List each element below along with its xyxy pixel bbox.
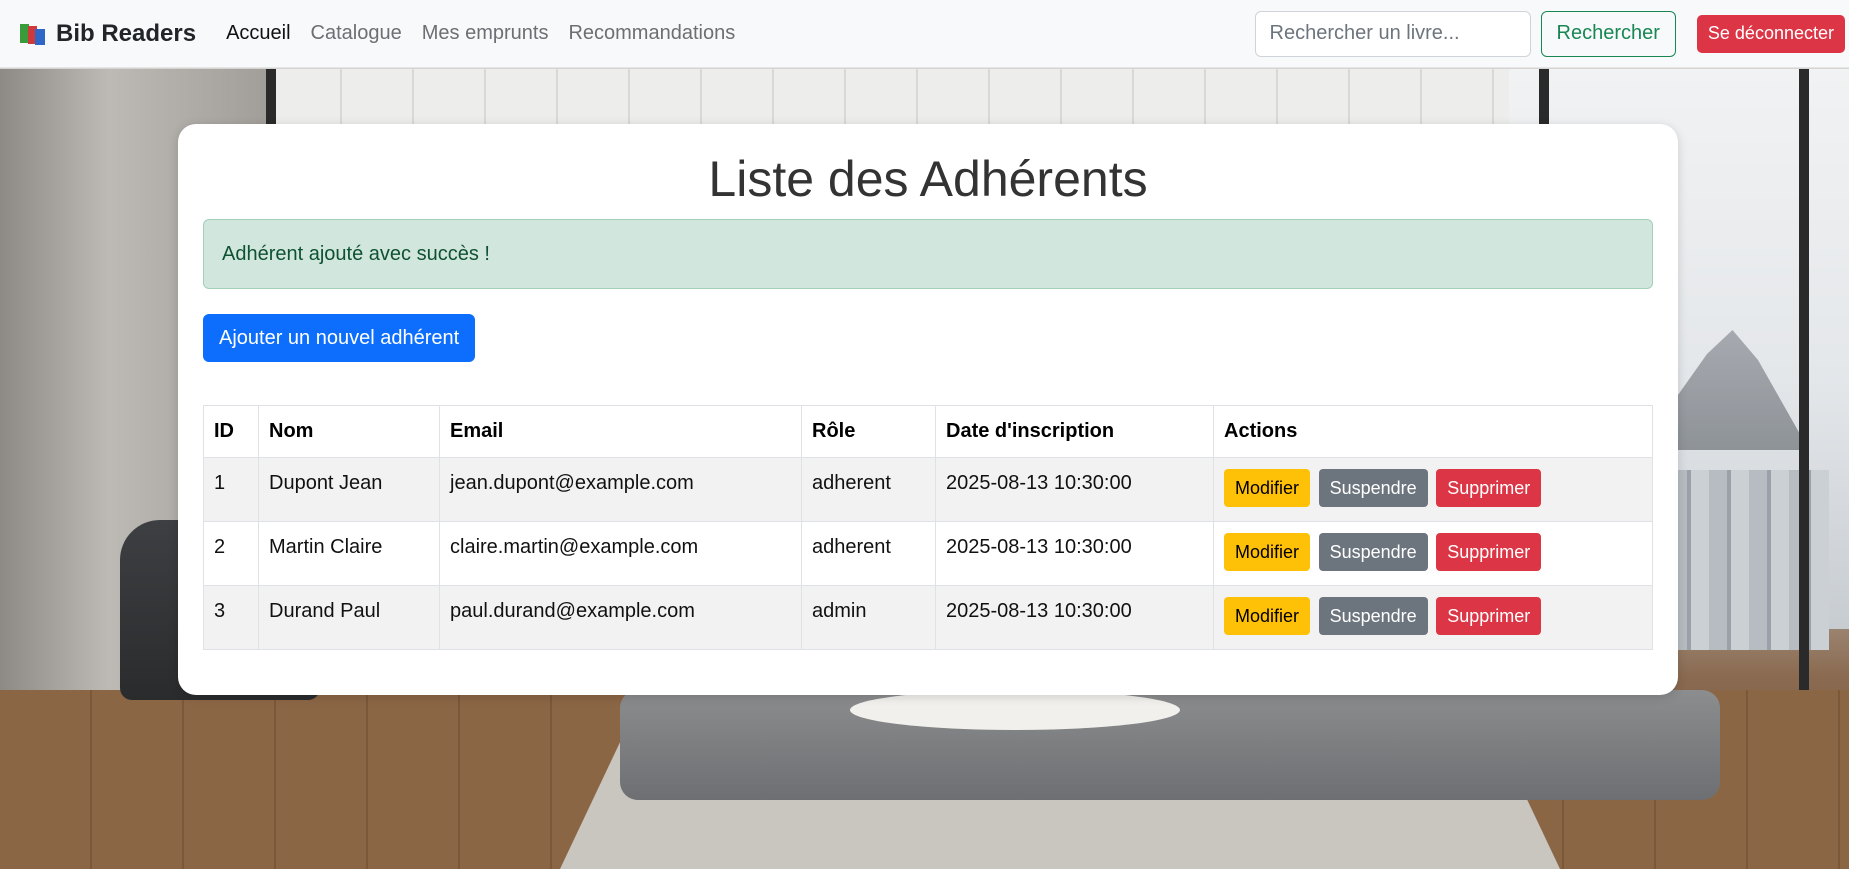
header-nom: Nom <box>258 405 440 458</box>
navbar: Bib Readers Accueil Catalogue Mes emprun… <box>0 0 1849 68</box>
cell-date: 2025-08-13 10:30:00 <box>935 457 1214 522</box>
suspend-button[interactable]: Suspendre <box>1318 469 1428 507</box>
search-input[interactable] <box>1254 10 1531 57</box>
cell-actions: Modifier Suspendre Supprimer <box>1213 585 1653 650</box>
search-button[interactable]: Rechercher <box>1540 10 1676 57</box>
header-role: Rôle <box>801 405 936 458</box>
cell-email: jean.dupont@example.com <box>439 457 802 522</box>
page-title: Liste des Adhérents <box>708 151 1148 207</box>
logout-button[interactable]: Se déconnecter <box>1696 14 1845 53</box>
delete-button[interactable]: Supprimer <box>1436 469 1542 507</box>
header-actions: Actions <box>1213 405 1653 458</box>
cell-email: paul.durand@example.com <box>439 585 802 650</box>
delete-button[interactable]: Supprimer <box>1436 597 1542 635</box>
cell-nom: Martin Claire <box>258 521 440 586</box>
brand[interactable]: Bib Readers <box>20 20 196 48</box>
nav-links: Accueil Catalogue Mes emprunts Recommand… <box>226 22 755 45</box>
cell-role: adherent <box>801 521 936 586</box>
suspend-button[interactable]: Suspendre <box>1318 533 1428 571</box>
cell-nom: Dupont Jean <box>258 457 440 522</box>
cell-id: 1 <box>203 457 259 522</box>
edit-button[interactable]: Modifier <box>1224 469 1311 507</box>
nav-link-mes-emprunts[interactable]: Mes emprunts <box>422 22 549 45</box>
nav-link-accueil[interactable]: Accueil <box>226 22 290 45</box>
nav-link-recommandations[interactable]: Recommandations <box>568 22 735 45</box>
members-card: Liste des Adhérents Adhérent ajouté avec… <box>178 124 1678 695</box>
cell-id: 3 <box>203 585 259 650</box>
cell-id: 2 <box>203 521 259 586</box>
table-row: 3 Durand Paul paul.durand@example.com ad… <box>203 585 1653 650</box>
cell-actions: Modifier Suspendre Supprimer <box>1213 457 1653 522</box>
books-icon <box>20 23 46 45</box>
table-header-row: ID Nom Email Rôle Date d'inscription Act… <box>203 405 1653 458</box>
header-id: ID <box>203 405 259 458</box>
header-date: Date d'inscription <box>935 405 1214 458</box>
suspend-button[interactable]: Suspendre <box>1318 597 1428 635</box>
members-table: ID Nom Email Rôle Date d'inscription Act… <box>203 405 1653 650</box>
navbar-actions: Rechercher Se déconnecter <box>1254 10 1845 57</box>
edit-button[interactable]: Modifier <box>1224 533 1311 571</box>
header-email: Email <box>439 405 802 458</box>
cell-email: claire.martin@example.com <box>439 521 802 586</box>
nav-link-catalogue[interactable]: Catalogue <box>311 22 402 45</box>
brand-name: Bib Readers <box>56 19 197 47</box>
cell-actions: Modifier Suspendre Supprimer <box>1213 521 1653 586</box>
edit-button[interactable]: Modifier <box>1224 597 1311 635</box>
table-row: 1 Dupont Jean jean.dupont@example.com ad… <box>203 457 1653 522</box>
add-member-button[interactable]: Ajouter un nouvel adhérent <box>203 314 476 362</box>
success-alert: Adhérent ajouté avec succès ! <box>203 219 1653 289</box>
cell-role: adherent <box>801 457 936 522</box>
cell-date: 2025-08-13 10:30:00 <box>935 585 1214 650</box>
cell-date: 2025-08-13 10:30:00 <box>935 521 1214 586</box>
cell-nom: Durand Paul <box>258 585 440 650</box>
table-row: 2 Martin Claire claire.martin@example.co… <box>203 521 1653 586</box>
delete-button[interactable]: Supprimer <box>1436 533 1542 571</box>
cell-role: admin <box>801 585 936 650</box>
